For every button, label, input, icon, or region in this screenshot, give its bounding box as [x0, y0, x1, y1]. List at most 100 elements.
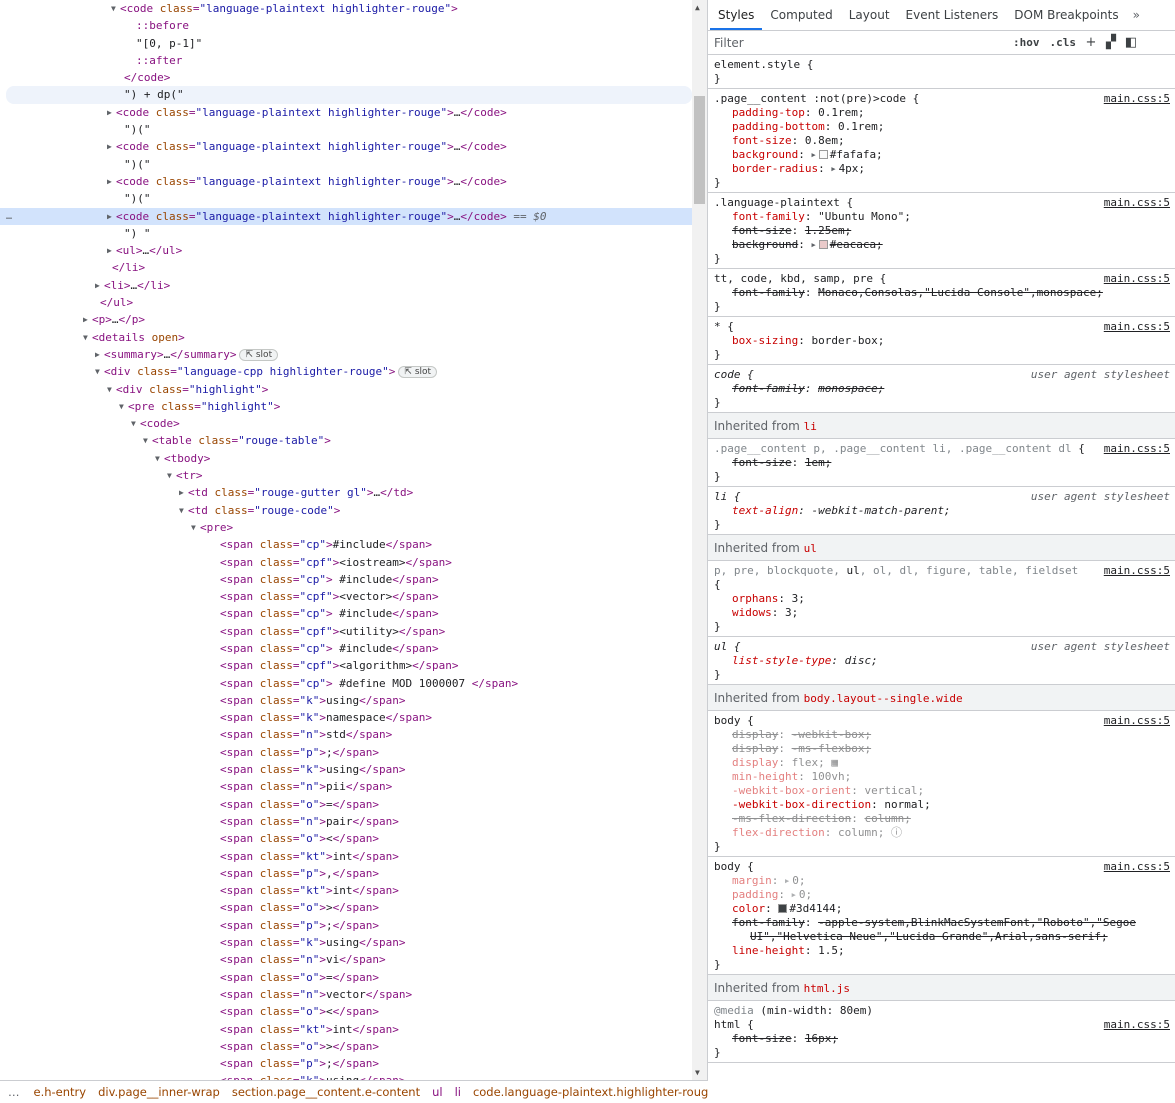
- dom-node-row[interactable]: ▶ <summary>…</summary> ⇱ slot: [0, 346, 692, 363]
- dom-node-row[interactable]: <span class="o">=</span>: [0, 796, 692, 813]
- expand-triangle-down-icon[interactable]: ▼: [107, 381, 116, 398]
- dom-node-row[interactable]: <span class="n">vector</span>: [0, 986, 692, 1003]
- expand-triangle-down-icon[interactable]: ▼: [95, 363, 104, 380]
- source-link[interactable]: main.css:5: [1104, 92, 1170, 106]
- selected-dom-node[interactable]: … ▶ <code class="language-plaintext highli…: [0, 207, 692, 225]
- css-declaration[interactable]: font-size: 1em;: [714, 456, 1170, 470]
- css-declaration[interactable]: color: #3d4144;: [714, 902, 1170, 916]
- double-chevron-right-icon[interactable]: »: [1127, 0, 1146, 30]
- breadcrumb-item[interactable]: section.page__content.e-content: [226, 1081, 426, 1103]
- dom-node-row[interactable]: <span class="cpf"><algorithm></span>: [0, 657, 692, 674]
- dom-node-row[interactable]: <span class="cp">#include</span>: [0, 536, 692, 553]
- source-link[interactable]: main.css:5: [1104, 860, 1170, 874]
- dom-node-row[interactable]: ▶ <code class="language-plaintext highlig…: [0, 138, 692, 155]
- dom-node-row[interactable]: ::after: [0, 52, 692, 69]
- source-link[interactable]: main.css:5: [1104, 564, 1170, 578]
- source-link[interactable]: main.css:5: [1104, 442, 1170, 456]
- css-declaration[interactable]: display: -webkit-box;: [714, 728, 1170, 742]
- dom-node-row[interactable]: ▼ <details open>: [0, 329, 692, 346]
- dom-node-row[interactable]: ▶ <ul>…</ul>: [0, 242, 692, 259]
- css-declaration[interactable]: orphans: 3;: [714, 592, 1170, 606]
- css-declaration[interactable]: list-style-type: disc;: [714, 654, 1170, 668]
- dom-node-row[interactable]: <span class="cp"> #define MOD 1000007 </…: [0, 675, 692, 692]
- dom-node-row[interactable]: ") + dp(": [6, 86, 692, 104]
- dom-node-row[interactable]: <span class="k">using</span>: [0, 761, 692, 778]
- source-link[interactable]: main.css:5: [1104, 714, 1170, 728]
- expand-shorthand-icon[interactable]: ▶: [831, 165, 835, 173]
- dom-node-row[interactable]: <span class="cpf"><utility></span>: [0, 623, 692, 640]
- dom-node-row[interactable]: "[0, p-1]": [0, 35, 692, 52]
- dom-node-row[interactable]: ▶ <code class="language-plaintext highlig…: [0, 104, 692, 121]
- expand-triangle-right-icon[interactable]: ▶: [83, 311, 92, 328]
- expand-triangle-down-icon[interactable]: ▼: [167, 467, 176, 484]
- dom-node-row[interactable]: ")(": [0, 121, 692, 138]
- css-declaration[interactable]: -ms-flex-direction: column;: [714, 812, 1170, 826]
- dom-node-row[interactable]: ▶ <td class="rouge-gutter gl">…</td>: [0, 484, 692, 501]
- breadcrumb-item-current[interactable]: code.language-plaintext.highlighter-roug…: [467, 1081, 708, 1103]
- dom-node-row[interactable]: ▼ <table class="rouge-table">: [0, 432, 692, 449]
- dom-node-row[interactable]: <span class="n">pii</span>: [0, 778, 692, 795]
- dom-node-row[interactable]: <span class="o"><</span>: [0, 1003, 692, 1020]
- dom-node-row[interactable]: <span class="kt">int</span>: [0, 1021, 692, 1038]
- dom-node-row[interactable]: ▼ <tr>: [0, 467, 692, 484]
- expand-triangle-down-icon[interactable]: ▼: [131, 415, 140, 432]
- breadcrumb-item[interactable]: div.page__inner-wrap: [92, 1081, 226, 1103]
- css-declaration[interactable]: font-size: 16px;: [714, 1032, 1170, 1046]
- dom-node-row[interactable]: ▶ <li>…</li>: [0, 277, 692, 294]
- breadcrumb-more-left[interactable]: …: [0, 1081, 28, 1103]
- dom-node-row[interactable]: <span class="cp"> #include</span>: [0, 571, 692, 588]
- tab-styles[interactable]: Styles: [710, 0, 763, 30]
- expand-triangle-down-icon[interactable]: ▼: [111, 0, 120, 17]
- dom-node-row[interactable]: <span class="k">using</span>: [0, 934, 692, 951]
- breadcrumb-item[interactable]: e.h-entry: [28, 1081, 93, 1103]
- dom-node-row[interactable]: <span class="n">pair</span>: [0, 813, 692, 830]
- dom-node-row[interactable]: <span class="p">;</span>: [0, 744, 692, 761]
- dom-node-row[interactable]: ▼ <div class="highlight">: [0, 381, 692, 398]
- dom-node-row[interactable]: ▼ <pre class="highlight">: [0, 398, 692, 415]
- node-actions-ellipsis[interactable]: …: [6, 208, 12, 225]
- source-link[interactable]: main.css:5: [1104, 196, 1170, 210]
- breadcrumb-item[interactable]: li: [449, 1081, 467, 1103]
- expand-triangle-right-icon[interactable]: ▶: [95, 277, 104, 294]
- css-declaration[interactable]: padding-top: 0.1rem;: [714, 106, 1170, 120]
- cls-button[interactable]: .cls: [1045, 36, 1082, 49]
- scroll-thumb[interactable]: [694, 96, 705, 204]
- css-declaration[interactable]: min-height: 100vh;: [714, 770, 1170, 784]
- css-declaration[interactable]: font-family: "Ubuntu Mono";: [714, 210, 1170, 224]
- css-declaration[interactable]: display: -ms-flexbox;: [714, 742, 1170, 756]
- toggle-sidebar-icon[interactable]: ◧: [1121, 35, 1141, 50]
- breadcrumb-item[interactable]: ul: [426, 1081, 448, 1103]
- css-declaration[interactable]: -webkit-box-orient: vertical;: [714, 784, 1170, 798]
- dom-node-row[interactable]: ::before: [0, 17, 692, 34]
- css-declaration[interactable]: border-radius: ▶ 4px;: [714, 162, 1170, 176]
- css-declaration[interactable]: display: flex; ▦: [714, 756, 1170, 770]
- dom-node-row[interactable]: <span class="k">namespace</span>: [0, 709, 692, 726]
- css-declaration[interactable]: font-size: 0.8em;: [714, 134, 1170, 148]
- tab-dom-breakpoints[interactable]: DOM Breakpoints: [1006, 0, 1126, 30]
- dom-node-row[interactable]: <span class="kt">int</span>: [0, 848, 692, 865]
- css-declaration[interactable]: margin: ▶ 0;: [714, 874, 1170, 888]
- expand-shorthand-icon[interactable]: ▶: [785, 877, 789, 885]
- css-declaration[interactable]: flex-direction: column; ⓘ: [714, 826, 1170, 840]
- css-declaration[interactable]: background: ▶ #eacaca;: [714, 238, 1170, 252]
- tab-layout[interactable]: Layout: [841, 0, 898, 30]
- hov-button[interactable]: :hov: [1008, 36, 1045, 49]
- css-declaration[interactable]: background: ▶ #fafafa;: [714, 148, 1170, 162]
- elements-scrollbar[interactable]: ▲ ▼: [692, 0, 707, 1080]
- dom-node-row[interactable]: ▼ <td class="rouge-code">: [0, 502, 692, 519]
- dom-node-row[interactable]: ▼ <code class="language-plaintext highlig…: [0, 0, 692, 17]
- css-declaration[interactable]: line-height: 1.5;: [714, 944, 1170, 958]
- paint-brush-icon[interactable]: ▞: [1101, 35, 1121, 50]
- dom-node-row[interactable]: <span class="k">using</span>: [0, 692, 692, 709]
- css-declaration[interactable]: padding-bottom: 0.1rem;: [714, 120, 1170, 134]
- expand-triangle-right-icon[interactable]: ▶: [95, 346, 104, 363]
- tab-event-listeners[interactable]: Event Listeners: [898, 0, 1007, 30]
- dom-tree[interactable]: ▼ <code class="language-plaintext highlig…: [0, 0, 692, 1080]
- dom-node-row[interactable]: ")(": [0, 190, 692, 207]
- dom-node-row[interactable]: <span class="cp"> #include</span>: [0, 640, 692, 657]
- dom-node-row[interactable]: <span class="o">></span>: [0, 1038, 692, 1055]
- expand-triangle-right-icon[interactable]: ▶: [107, 242, 116, 259]
- css-declaration[interactable]: font-family: -apple-system,BlinkMacSyste…: [714, 916, 1170, 930]
- dom-node-row[interactable]: <span class="kt">int</span>: [0, 882, 692, 899]
- dom-node-row[interactable]: <span class="p">;</span>: [0, 917, 692, 934]
